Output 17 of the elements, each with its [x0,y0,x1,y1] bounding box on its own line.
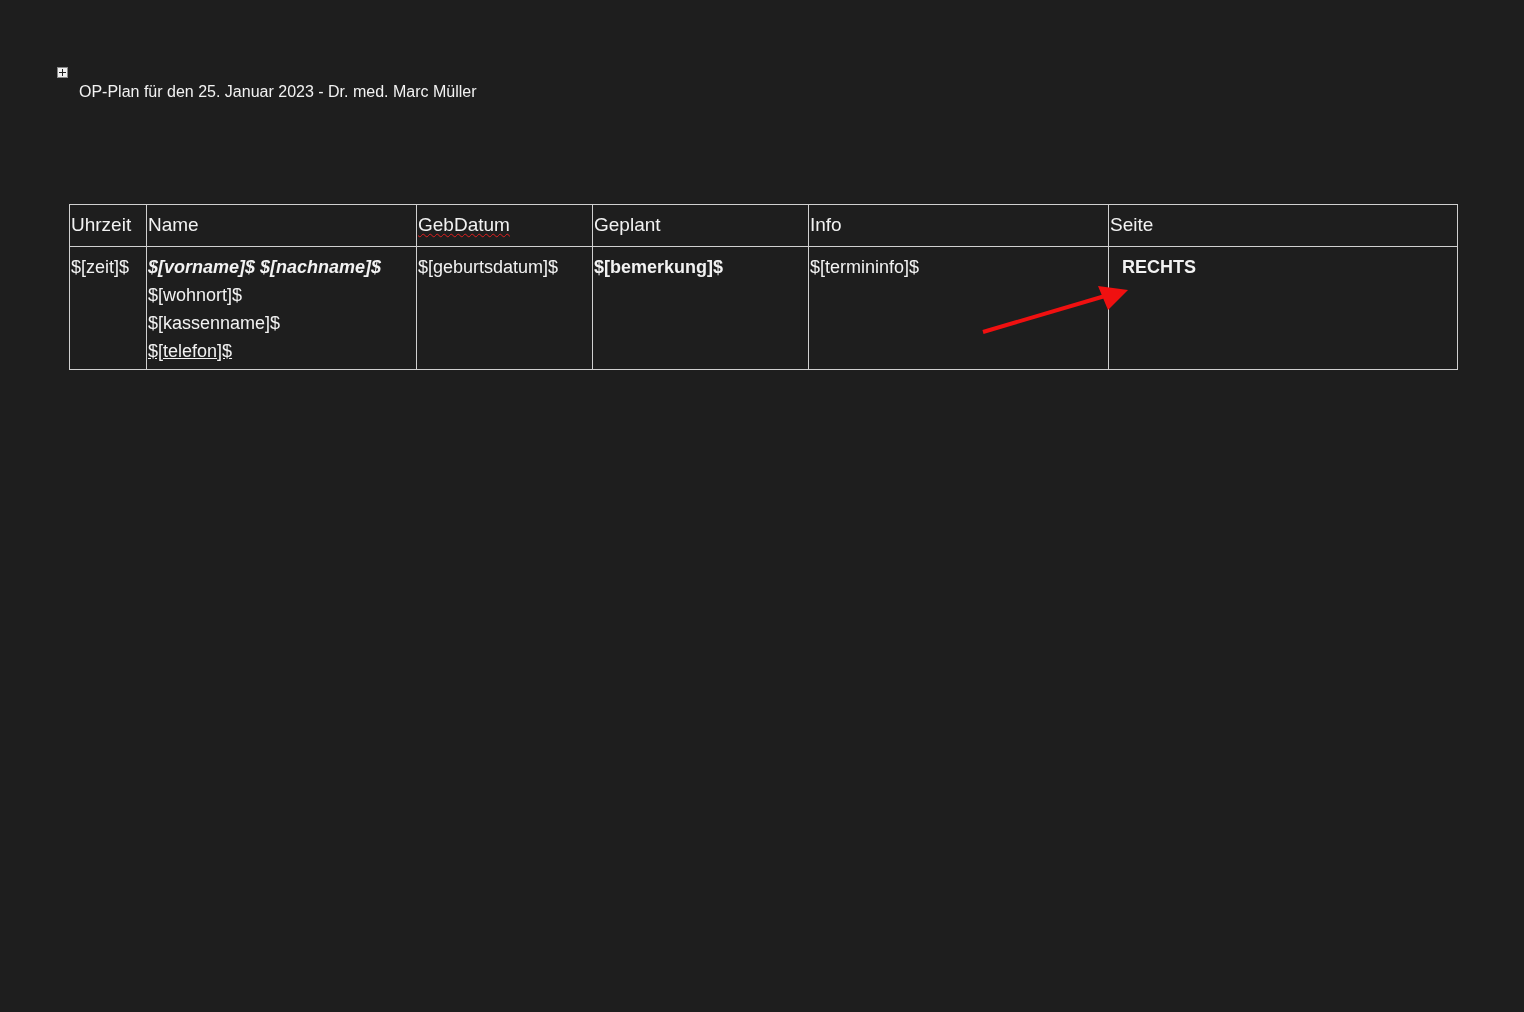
column-header: Geplant [592,204,809,246]
cell-text: $[wohnort]$ [148,283,243,307]
table-move-handle-icon[interactable] [57,67,68,78]
column-header: GebDatum [416,204,593,246]
column-header: Info [808,204,1109,246]
cell-text: $[vorname]$ $[nachname]$ [148,255,382,279]
column-header: Name [146,204,417,246]
cell-text: $[bemerkung]$ [594,255,724,279]
cell-text: RECHTS [1122,255,1196,279]
cell-text: $[zeit]$ [71,255,130,279]
column-header: Seite [1108,204,1458,246]
cell-text: $[geburtsdatum]$ [418,255,559,279]
document-title: OP-Plan für den 25. Januar 2023 - Dr. med. Marc Müller [79,82,478,102]
cell-text: $[termininfo]$ [810,255,920,279]
cell-text: $[kassenname]$ [148,311,281,335]
cell-text: $[telefon]$ [148,339,233,363]
column-header: Uhrzeit [69,204,147,246]
